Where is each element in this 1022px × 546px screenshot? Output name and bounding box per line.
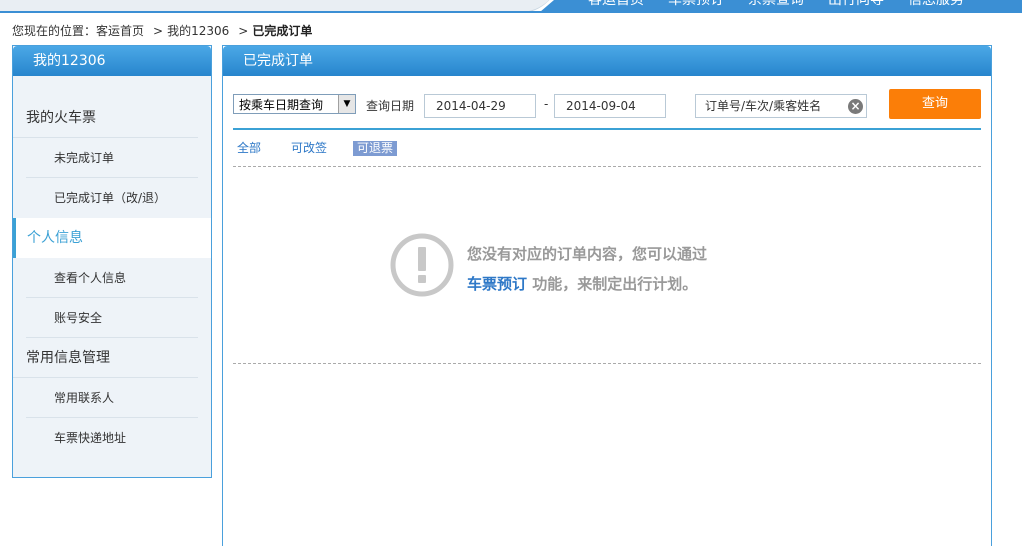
sidebar-group-common-info[interactable]: 常用信息管理 [13, 338, 198, 378]
breadcrumb-separator: > [153, 23, 164, 38]
filter-tabs: 全部 可改签 可退票 [237, 141, 427, 156]
tab-changeable[interactable]: 可改签 [291, 141, 327, 156]
nav-item-travel-guide[interactable]: 出行向导 [828, 0, 908, 8]
booking-link[interactable]: 车票预订 [467, 275, 527, 293]
breadcrumb-current: 已完成订单 [252, 24, 313, 38]
tab-all[interactable]: 全部 [237, 141, 261, 156]
breadcrumb-prefix: 您现在的位置： [12, 24, 97, 38]
breadcrumb-home-link[interactable]: 客运首页 [96, 22, 144, 39]
nav-item-home[interactable]: 客运首页 [588, 0, 668, 8]
sidebar-item-unfinished-orders[interactable]: 未完成订单 [26, 138, 198, 178]
sidebar-title: 我的12306 [13, 46, 211, 76]
empty-message-line2: 车票预订 功能，来制定出行计划。 [467, 273, 697, 294]
date-from-input[interactable]: 2014-04-29 [424, 94, 536, 118]
tab-refundable[interactable]: 可退票 [353, 141, 398, 156]
sidebar-group-personal-info[interactable]: 个人信息 [13, 218, 211, 258]
breadcrumb-mine-link[interactable]: 我的12306 [167, 22, 229, 39]
query-bar: 按乘车日期查询 ▼ 查询日期 2014-04-29 - 2014-09-04 订… [233, 89, 981, 121]
header-divider [0, 11, 1022, 13]
search-placeholder: 订单号/车次/乘客姓名 [705, 99, 822, 113]
nav-item-booking[interactable]: 车票预订 [668, 0, 748, 8]
sidebar-item-delivery-address[interactable]: 车票快递地址 [26, 418, 198, 458]
divider [233, 128, 981, 130]
dashed-divider [233, 363, 981, 364]
warning-icon [390, 233, 454, 297]
sidebar-item-view-personal-info[interactable]: 查看个人信息 [26, 258, 198, 298]
sidebar-item-account-security[interactable]: 账号安全 [26, 298, 198, 338]
chevron-down-icon[interactable]: ▼ [338, 95, 355, 113]
nav-item-info-service[interactable]: 信息服务 [908, 0, 988, 8]
query-button[interactable]: 查询 [889, 89, 981, 119]
dashed-divider [233, 166, 981, 167]
sidebar: 我的12306 我的火车票 未完成订单 已完成订单（改/退） 个人信息 查看个人… [12, 45, 212, 478]
search-input[interactable]: 订单号/车次/乘客姓名 × [695, 94, 867, 118]
breadcrumb-separator: > [238, 23, 249, 38]
empty-state: 您没有对应的订单内容，您可以通过 车票预订 功能，来制定出行计划。 [390, 233, 790, 303]
query-type-value: 按乘车日期查询 [239, 98, 324, 112]
sidebar-item-completed-orders[interactable]: 已完成订单（改/退） [26, 178, 198, 218]
sidebar-menu: 我的火车票 未完成订单 已完成订单（改/退） 个人信息 查看个人信息 账号安全 … [13, 98, 211, 458]
nav-item-remaining-tickets[interactable]: 余票查询 [748, 0, 828, 8]
date-range-separator: - [544, 97, 549, 111]
page-title: 已完成订单 [223, 46, 991, 76]
main-panel: 已完成订单 按乘车日期查询 ▼ 查询日期 2014-04-29 - 2014-0… [222, 45, 992, 546]
sidebar-item-contacts[interactable]: 常用联系人 [26, 378, 198, 418]
empty-message-rest: 功能，来制定出行计划。 [532, 275, 698, 293]
empty-message: 您没有对应的订单内容，您可以通过 [467, 245, 708, 263]
query-type-select[interactable]: 按乘车日期查询 ▼ [233, 94, 356, 114]
nav-items: 客运首页 车票预订 余票查询 出行向导 信息服务 [588, 0, 988, 8]
clear-icon[interactable]: × [848, 99, 863, 114]
date-label: 查询日期 [366, 99, 415, 113]
breadcrumb: 您现在的位置： 客运首页 > 我的12306 > 已完成订单 [12, 22, 312, 39]
date-to-input[interactable]: 2014-09-04 [554, 94, 666, 118]
sidebar-group-my-tickets[interactable]: 我的火车票 [13, 98, 198, 138]
